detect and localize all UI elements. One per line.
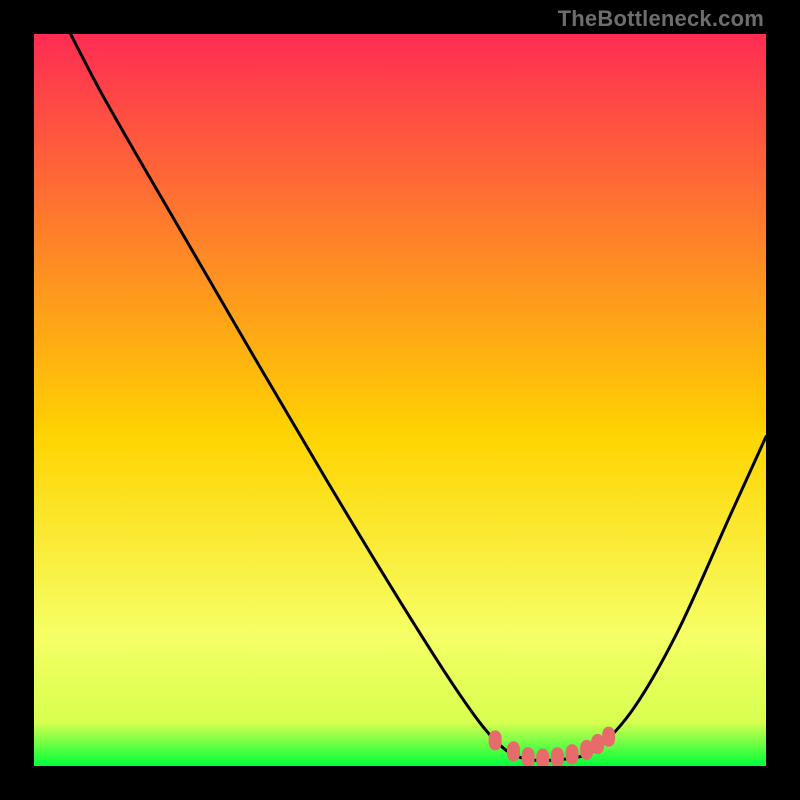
- chart-frame: TheBottleneck.com: [0, 0, 800, 800]
- watermark-text: TheBottleneck.com: [558, 6, 764, 32]
- plot-area: [34, 34, 766, 766]
- marker-dot: [602, 727, 615, 747]
- marker-dot: [551, 747, 564, 766]
- marker-dot: [489, 730, 502, 750]
- marker-dot: [536, 749, 549, 766]
- marker-dot: [507, 741, 520, 761]
- chart-svg: [34, 34, 766, 766]
- marker-dot: [566, 744, 579, 764]
- gradient-background: [34, 34, 766, 766]
- marker-dot: [522, 747, 535, 766]
